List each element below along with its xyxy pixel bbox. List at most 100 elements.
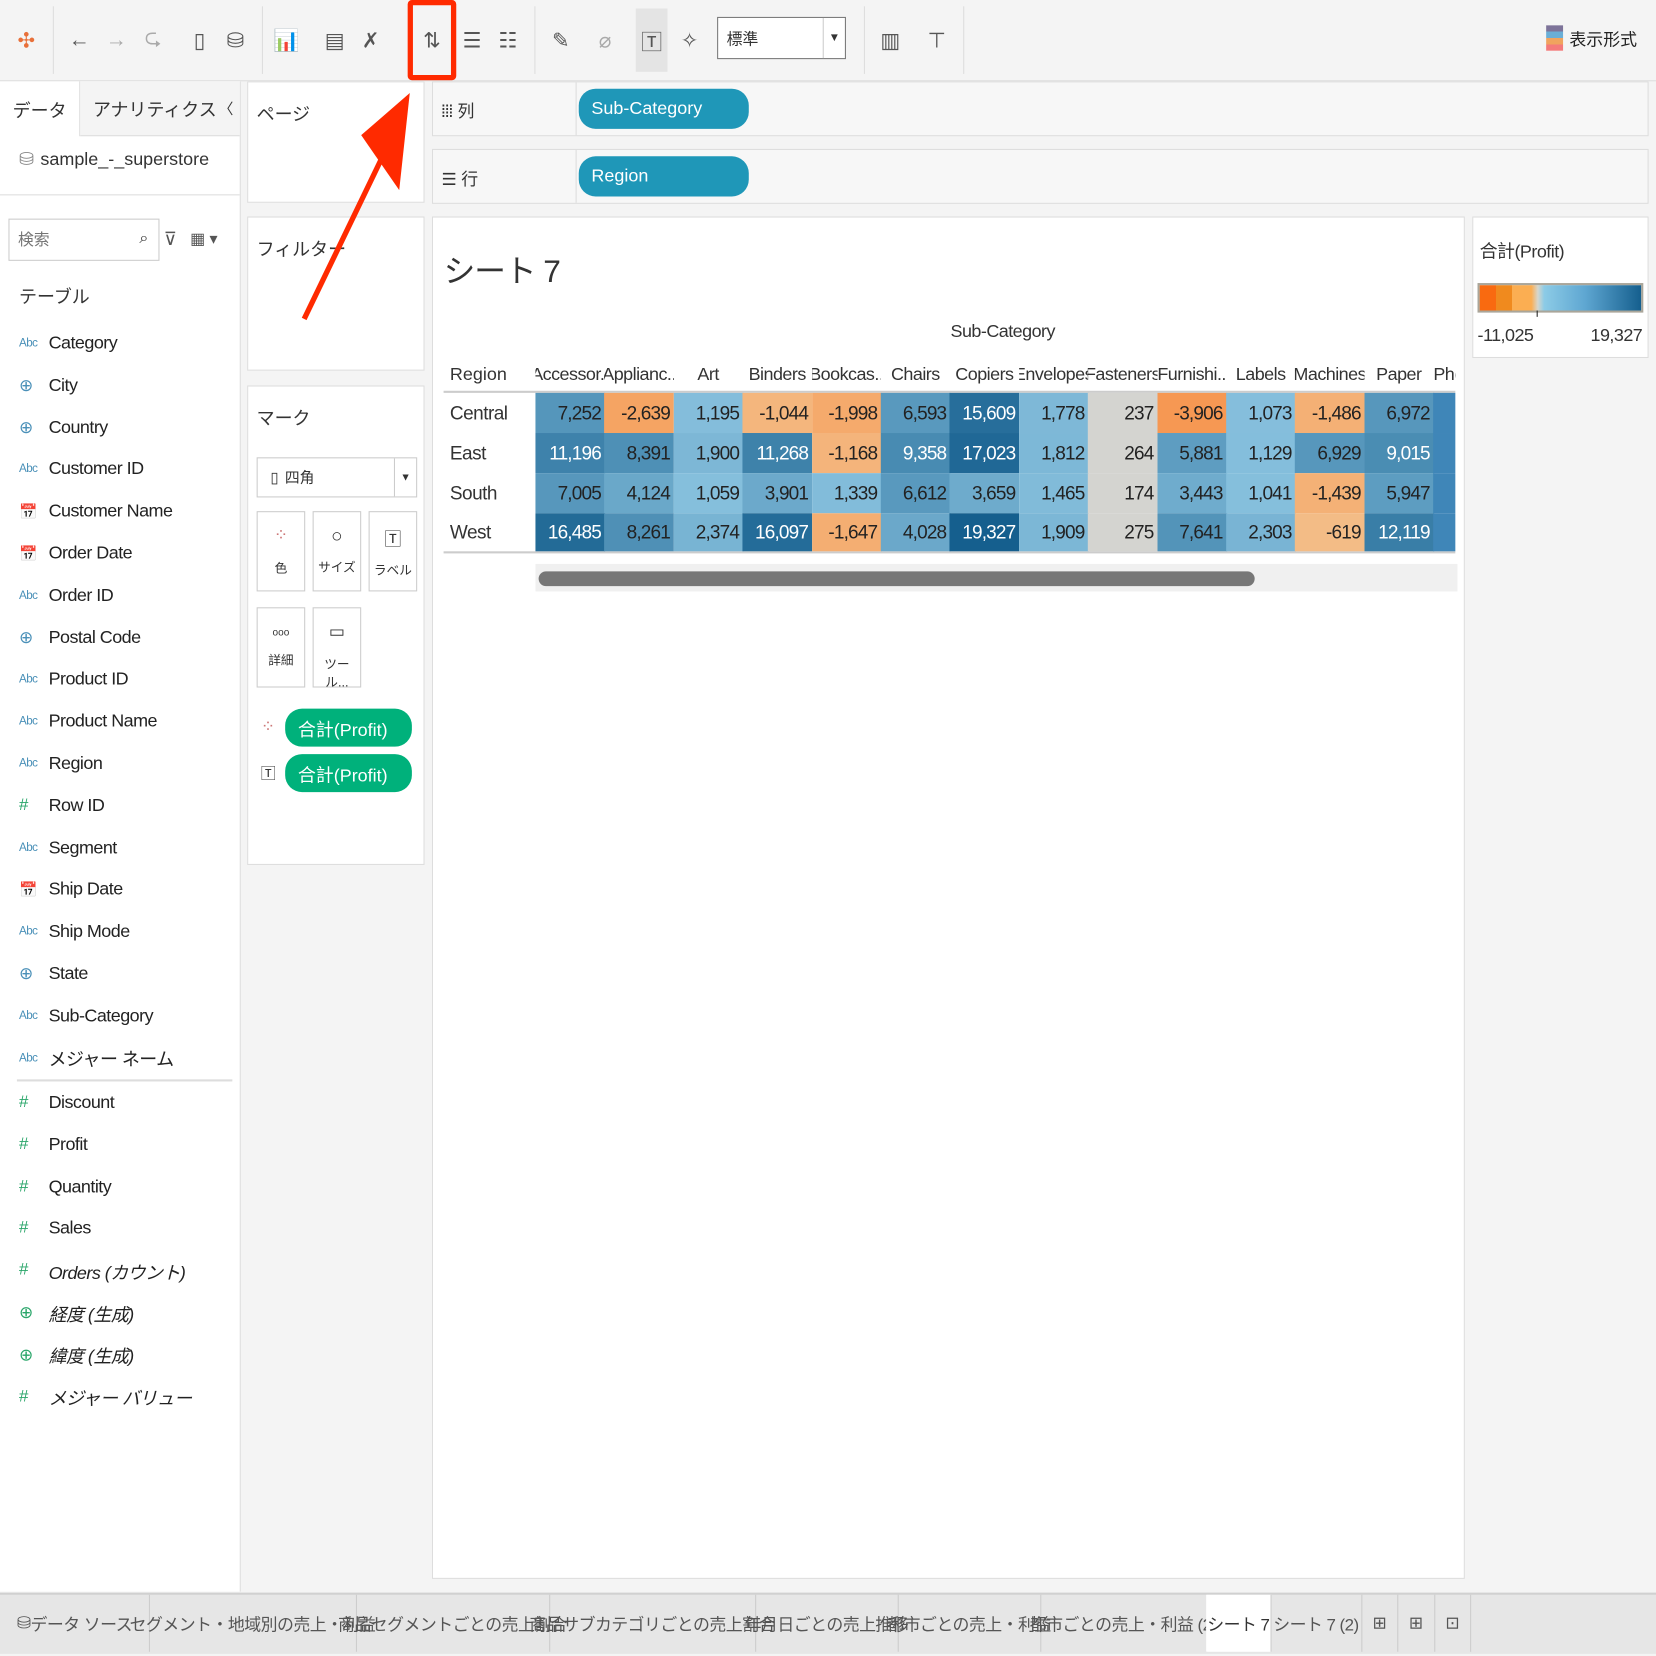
- heatmap-cell[interactable]: [1433, 433, 1456, 474]
- sheet-tab[interactable]: 商品セグメントごとの売上割合: [338, 1594, 568, 1652]
- field-item[interactable]: ⊕ Postal Code: [19, 622, 141, 654]
- presentation-icon[interactable]: ⊤: [921, 21, 953, 59]
- field-item[interactable]: # Discount: [19, 1087, 115, 1119]
- column-header[interactable]: Pho: [1433, 359, 1455, 391]
- heatmap-cell[interactable]: 1,339: [811, 473, 882, 514]
- view-list-icon[interactable]: ▦ ▾: [190, 229, 217, 248]
- show-labels-icon[interactable]: 🅃: [635, 8, 668, 72]
- heatmap-cell[interactable]: 8,261: [604, 513, 675, 552]
- heatmap-cell[interactable]: 2,303: [1226, 513, 1296, 552]
- field-item[interactable]: Abc Category: [19, 327, 118, 359]
- label-pill[interactable]: 合計(Profit): [285, 754, 412, 793]
- heatmap-cell[interactable]: -1,647: [811, 513, 882, 552]
- heatmap-cell[interactable]: 11,196: [535, 433, 606, 474]
- heatmap-cell[interactable]: -1,044: [742, 392, 813, 434]
- heatmap-cell[interactable]: [1433, 392, 1456, 434]
- save-icon[interactable]: ▯: [184, 21, 216, 59]
- heatmap-cell[interactable]: 9,015: [1364, 433, 1434, 474]
- color-legend[interactable]: 合計(Profit) -11,025 19,327: [1472, 216, 1649, 359]
- heatmap-cell[interactable]: 275: [1088, 513, 1158, 552]
- field-item[interactable]: Abc Customer ID: [19, 453, 144, 485]
- search-input[interactable]: [8, 218, 160, 261]
- columns-pill[interactable]: Sub-Category: [578, 88, 749, 129]
- heatmap-cell[interactable]: 15,609: [949, 392, 1020, 434]
- heatmap-cell[interactable]: 237: [1088, 392, 1158, 434]
- attach-icon[interactable]: ⌀: [589, 21, 621, 59]
- field-item[interactable]: # Quantity: [19, 1171, 112, 1203]
- fit-select[interactable]: 標準 ▼: [717, 16, 846, 60]
- row-header[interactable]: West: [450, 513, 491, 551]
- heatmap-cell[interactable]: -1,998: [811, 392, 882, 434]
- heatmap-cell[interactable]: 5,881: [1157, 433, 1227, 474]
- heatmap-cell[interactable]: 1,778: [1018, 392, 1089, 434]
- column-header[interactable]: Copiers: [950, 359, 1019, 391]
- heatmap-cell[interactable]: 1,073: [1226, 392, 1296, 434]
- show-me-button[interactable]: 表示形式: [1546, 25, 1637, 51]
- duplicate-sheet-icon[interactable]: ▤: [319, 21, 351, 59]
- heatmap-cell[interactable]: -1,486: [1295, 392, 1365, 434]
- field-item[interactable]: ⊕ 経度 (生成): [19, 1297, 134, 1329]
- highlight-pen-icon[interactable]: ✎: [545, 21, 577, 59]
- sheet-tab[interactable]: シート 7: [1206, 1594, 1272, 1652]
- color-card[interactable]: ⁘ 色: [256, 511, 306, 592]
- column-header[interactable]: Fasteners: [1088, 359, 1157, 391]
- field-item[interactable]: 📅 Ship Date: [19, 874, 123, 906]
- clear-sheet-icon[interactable]: ✗: [355, 21, 387, 59]
- new-worksheet-icon[interactable]: 📊: [270, 21, 302, 59]
- heatmap-cell[interactable]: 16,485: [535, 513, 606, 552]
- heatmap-cell[interactable]: 3,901: [742, 473, 813, 514]
- heatmap-cell[interactable]: 6,929: [1295, 433, 1365, 474]
- heatmap-cell[interactable]: 1,909: [1018, 513, 1089, 552]
- heatmap-cell[interactable]: 12,119: [1364, 513, 1434, 552]
- heatmap-cell[interactable]: 3,443: [1157, 473, 1227, 514]
- field-item[interactable]: ⊕ Country: [19, 411, 108, 443]
- heatmap-cell[interactable]: 4,124: [604, 473, 675, 514]
- heatmap-cell[interactable]: 1,465: [1018, 473, 1089, 514]
- field-item[interactable]: # Sales: [19, 1213, 91, 1245]
- column-header[interactable]: Accessor..: [535, 359, 604, 391]
- field-item[interactable]: 📅 Customer Name: [19, 496, 173, 528]
- filters-shelf[interactable]: フィルター: [247, 216, 425, 371]
- tableau-logo-icon[interactable]: ✣: [11, 21, 43, 59]
- datasource-item[interactable]: ⛁ sample_-_superstore: [19, 149, 209, 170]
- field-item[interactable]: 📅 Order Date: [19, 538, 133, 570]
- detail-card[interactable]: ₒₒₒ 詳細: [256, 607, 306, 688]
- collapse-icon[interactable]: 〈: [219, 98, 234, 119]
- new-dashboard-icon[interactable]: ⊞: [1397, 1594, 1436, 1652]
- pin-icon[interactable]: ✧: [674, 21, 706, 59]
- heatmap-cell[interactable]: 7,005: [535, 473, 606, 514]
- heatmap-cell[interactable]: -3,906: [1157, 392, 1227, 434]
- new-datasource-icon[interactable]: ⛁: [220, 21, 252, 59]
- new-story-icon[interactable]: ⊡: [1434, 1594, 1472, 1652]
- sort-descending-icon[interactable]: ☷: [492, 21, 524, 59]
- sheet-tab[interactable]: 都市ごとの売上・利益: [887, 1594, 1051, 1652]
- sheet-tab[interactable]: ⛁ データ ソース: [0, 1594, 150, 1652]
- field-item[interactable]: # Row ID: [19, 790, 105, 822]
- scrollbar-thumb[interactable]: [538, 571, 1255, 587]
- column-header[interactable]: Chairs: [881, 359, 950, 391]
- sheet-tab[interactable]: シート 7 (2): [1271, 1594, 1363, 1652]
- row-header[interactable]: South: [450, 473, 498, 513]
- columns-shelf[interactable]: ⦙⦙⦙ 列 Sub-Category: [431, 81, 1649, 137]
- field-item[interactable]: ⊕ City: [19, 369, 78, 401]
- label-card[interactable]: 🅃 ラベル: [368, 511, 418, 592]
- field-item[interactable]: Abc Ship Mode: [19, 916, 130, 948]
- heatmap-cell[interactable]: 6,612: [880, 473, 951, 514]
- heatmap-cell[interactable]: 6,593: [880, 392, 951, 434]
- heatmap-cell[interactable]: 1,812: [1018, 433, 1089, 474]
- heatmap-cell[interactable]: -2,639: [604, 392, 675, 434]
- field-item[interactable]: Abc Region: [19, 748, 103, 780]
- color-pill[interactable]: 合計(Profit): [285, 708, 412, 747]
- heatmap-cell[interactable]: 264: [1088, 433, 1158, 474]
- filter-icon[interactable]: ⊽: [164, 229, 177, 250]
- show-cards-icon[interactable]: ▥: [874, 21, 906, 59]
- size-card[interactable]: ○ サイズ: [312, 511, 362, 592]
- column-header[interactable]: Applianc..: [605, 359, 674, 391]
- column-header[interactable]: Bookcas..: [812, 359, 881, 391]
- sheet-tab[interactable]: 年月日ごとの売上推移: [745, 1594, 909, 1652]
- heatmap-cell[interactable]: 6,972: [1364, 392, 1434, 434]
- field-item[interactable]: # メジャー バリュー: [19, 1381, 192, 1413]
- horizontal-scrollbar[interactable]: [535, 563, 1458, 592]
- field-item[interactable]: ⊕ State: [19, 958, 88, 990]
- undo-icon[interactable]: ←: [63, 21, 95, 59]
